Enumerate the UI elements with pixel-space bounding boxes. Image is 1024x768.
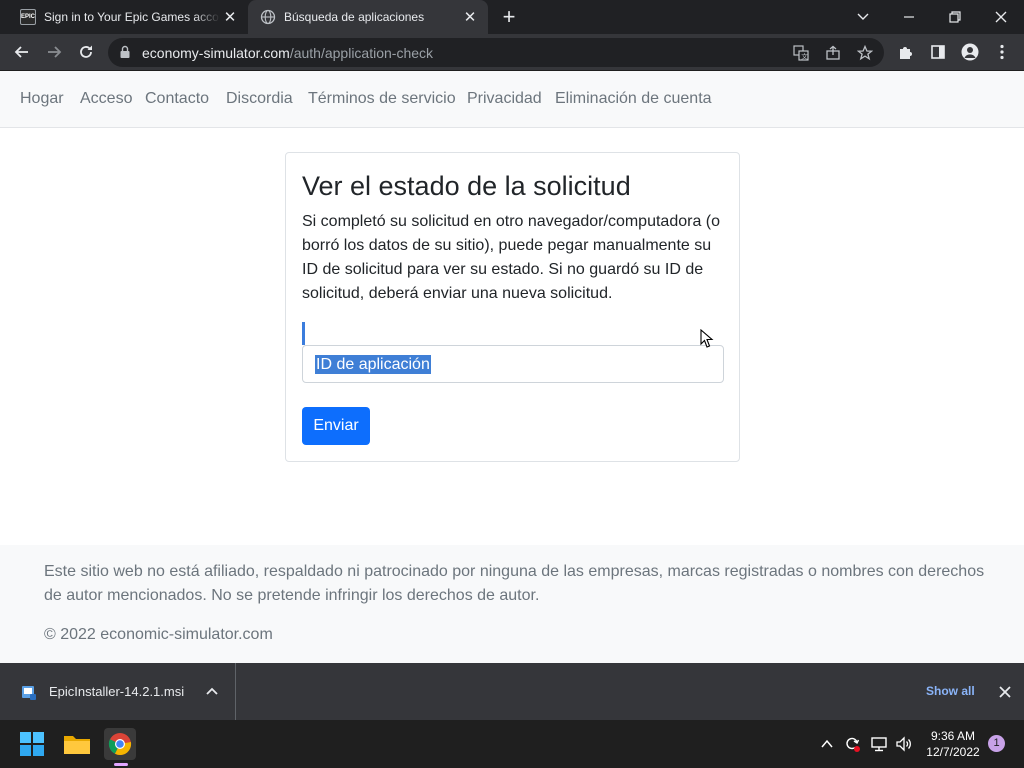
browser-toolbar: economy-simulator.com/auth/application-c… [0, 34, 1024, 71]
nav-link-privacidad[interactable]: Privacidad [467, 90, 542, 108]
network-icon[interactable] [870, 735, 888, 753]
tab-epic-games-sign-in[interactable]: EPIC Sign in to Your Epic Games account … [8, 0, 248, 34]
tab-search-chevron-icon[interactable] [840, 0, 886, 34]
new-tab-button[interactable]: + [497, 5, 521, 29]
address-bar[interactable]: economy-simulator.com/auth/application-c… [108, 38, 884, 67]
nav-link-contacto[interactable]: Contacto [145, 90, 209, 108]
translate-icon[interactable]: 文 [792, 44, 810, 62]
card-description: Si completó su solicitud en otro navegad… [302, 213, 721, 302]
reload-icon[interactable] [72, 38, 100, 66]
chrome-app-icon[interactable] [104, 728, 136, 760]
download-file-name: EpicInstaller-14.2.1.msi [49, 684, 185, 699]
profile-avatar-icon[interactable] [956, 38, 984, 66]
back-arrow-icon[interactable] [8, 38, 36, 66]
volume-icon[interactable] [895, 735, 913, 753]
close-tab-icon[interactable]: ✕ [220, 7, 240, 27]
installer-file-icon [20, 683, 38, 701]
tab-title: Sign in to Your Epic Games account [44, 10, 220, 24]
extensions-puzzle-icon[interactable] [892, 38, 920, 66]
close-tab-icon[interactable]: ✕ [460, 7, 480, 27]
submit-button[interactable]: Enviar [302, 407, 370, 445]
windows-start-icon[interactable] [16, 728, 48, 760]
kebab-menu-icon[interactable] [988, 38, 1016, 66]
close-window-icon[interactable] [978, 0, 1024, 34]
nav-link-discordia[interactable]: Discordia [226, 90, 293, 108]
footer-disclaimer: Este sitio web no está afiliado, respald… [44, 563, 985, 604]
clock-time: 9:36 AM [930, 729, 976, 743]
system-clock[interactable]: 9:36 AM 12/7/2022 [922, 728, 984, 760]
nav-link-hogar[interactable]: Hogar [20, 90, 64, 108]
site-navbar: Hogar Acceso Contacto Discordia Términos… [0, 71, 1024, 128]
browser-tab-strip: EPIC Sign in to Your Epic Games account … [0, 0, 1024, 34]
nav-link-eliminacion-cuenta[interactable]: Eliminación de cuenta [555, 90, 712, 108]
nav-link-terminos[interactable]: Términos de servicio [308, 90, 456, 108]
forward-arrow-icon[interactable] [40, 38, 68, 66]
application-id-input[interactable]: ID de aplicación [302, 345, 724, 383]
minimize-window-icon[interactable] [886, 0, 932, 34]
url-path: /auth/application-check [289, 45, 434, 61]
lock-icon[interactable] [118, 45, 132, 59]
clock-date: 12/7/2022 [926, 745, 980, 759]
card-title: Ver el estado de la solicitud [302, 171, 631, 201]
show-hidden-icons-chevron-icon[interactable] [818, 735, 836, 753]
windows-taskbar: 9:36 AM 12/7/2022 1 [0, 720, 1024, 768]
share-icon[interactable] [824, 44, 842, 62]
show-all-downloads-link[interactable]: Show all [926, 684, 975, 698]
footer-copyright: © 2022 economic-simulator.com [44, 626, 273, 643]
url-text: economy-simulator.com/auth/application-c… [142, 45, 433, 61]
svg-text:文: 文 [801, 52, 808, 61]
mouse-pointer-icon [700, 329, 714, 348]
close-download-bar-icon[interactable] [996, 683, 1014, 701]
active-app-indicator [114, 763, 128, 766]
nav-link-acceso[interactable]: Acceso [80, 90, 132, 108]
application-status-card: Ver el estado de la solicitud Si complet… [285, 152, 740, 462]
sync-status-icon[interactable] [843, 735, 861, 753]
bookmark-star-icon[interactable] [856, 44, 874, 62]
side-panel-icon[interactable] [924, 38, 952, 66]
notification-badge[interactable]: 1 [988, 735, 1005, 752]
download-bar: EpicInstaller-14.2.1.msi Show all [0, 663, 1024, 720]
file-explorer-icon[interactable] [61, 728, 93, 760]
tab-title: Búsqueda de aplicaciones [284, 10, 425, 24]
globe-icon [260, 9, 276, 25]
epic-games-icon: EPIC [20, 9, 36, 25]
input-focus-indicator [302, 322, 305, 345]
site-footer: Este sitio web no está afiliado, respald… [0, 545, 1024, 663]
download-item[interactable]: EpicInstaller-14.2.1.msi [0, 663, 236, 720]
tab-busqueda-aplicaciones[interactable]: Búsqueda de aplicaciones ✕ [248, 0, 488, 34]
url-host: economy-simulator.com [142, 45, 290, 61]
chevron-up-icon[interactable] [203, 683, 221, 701]
restore-window-icon[interactable] [932, 0, 978, 34]
application-id-placeholder: ID de aplicación [315, 355, 431, 374]
